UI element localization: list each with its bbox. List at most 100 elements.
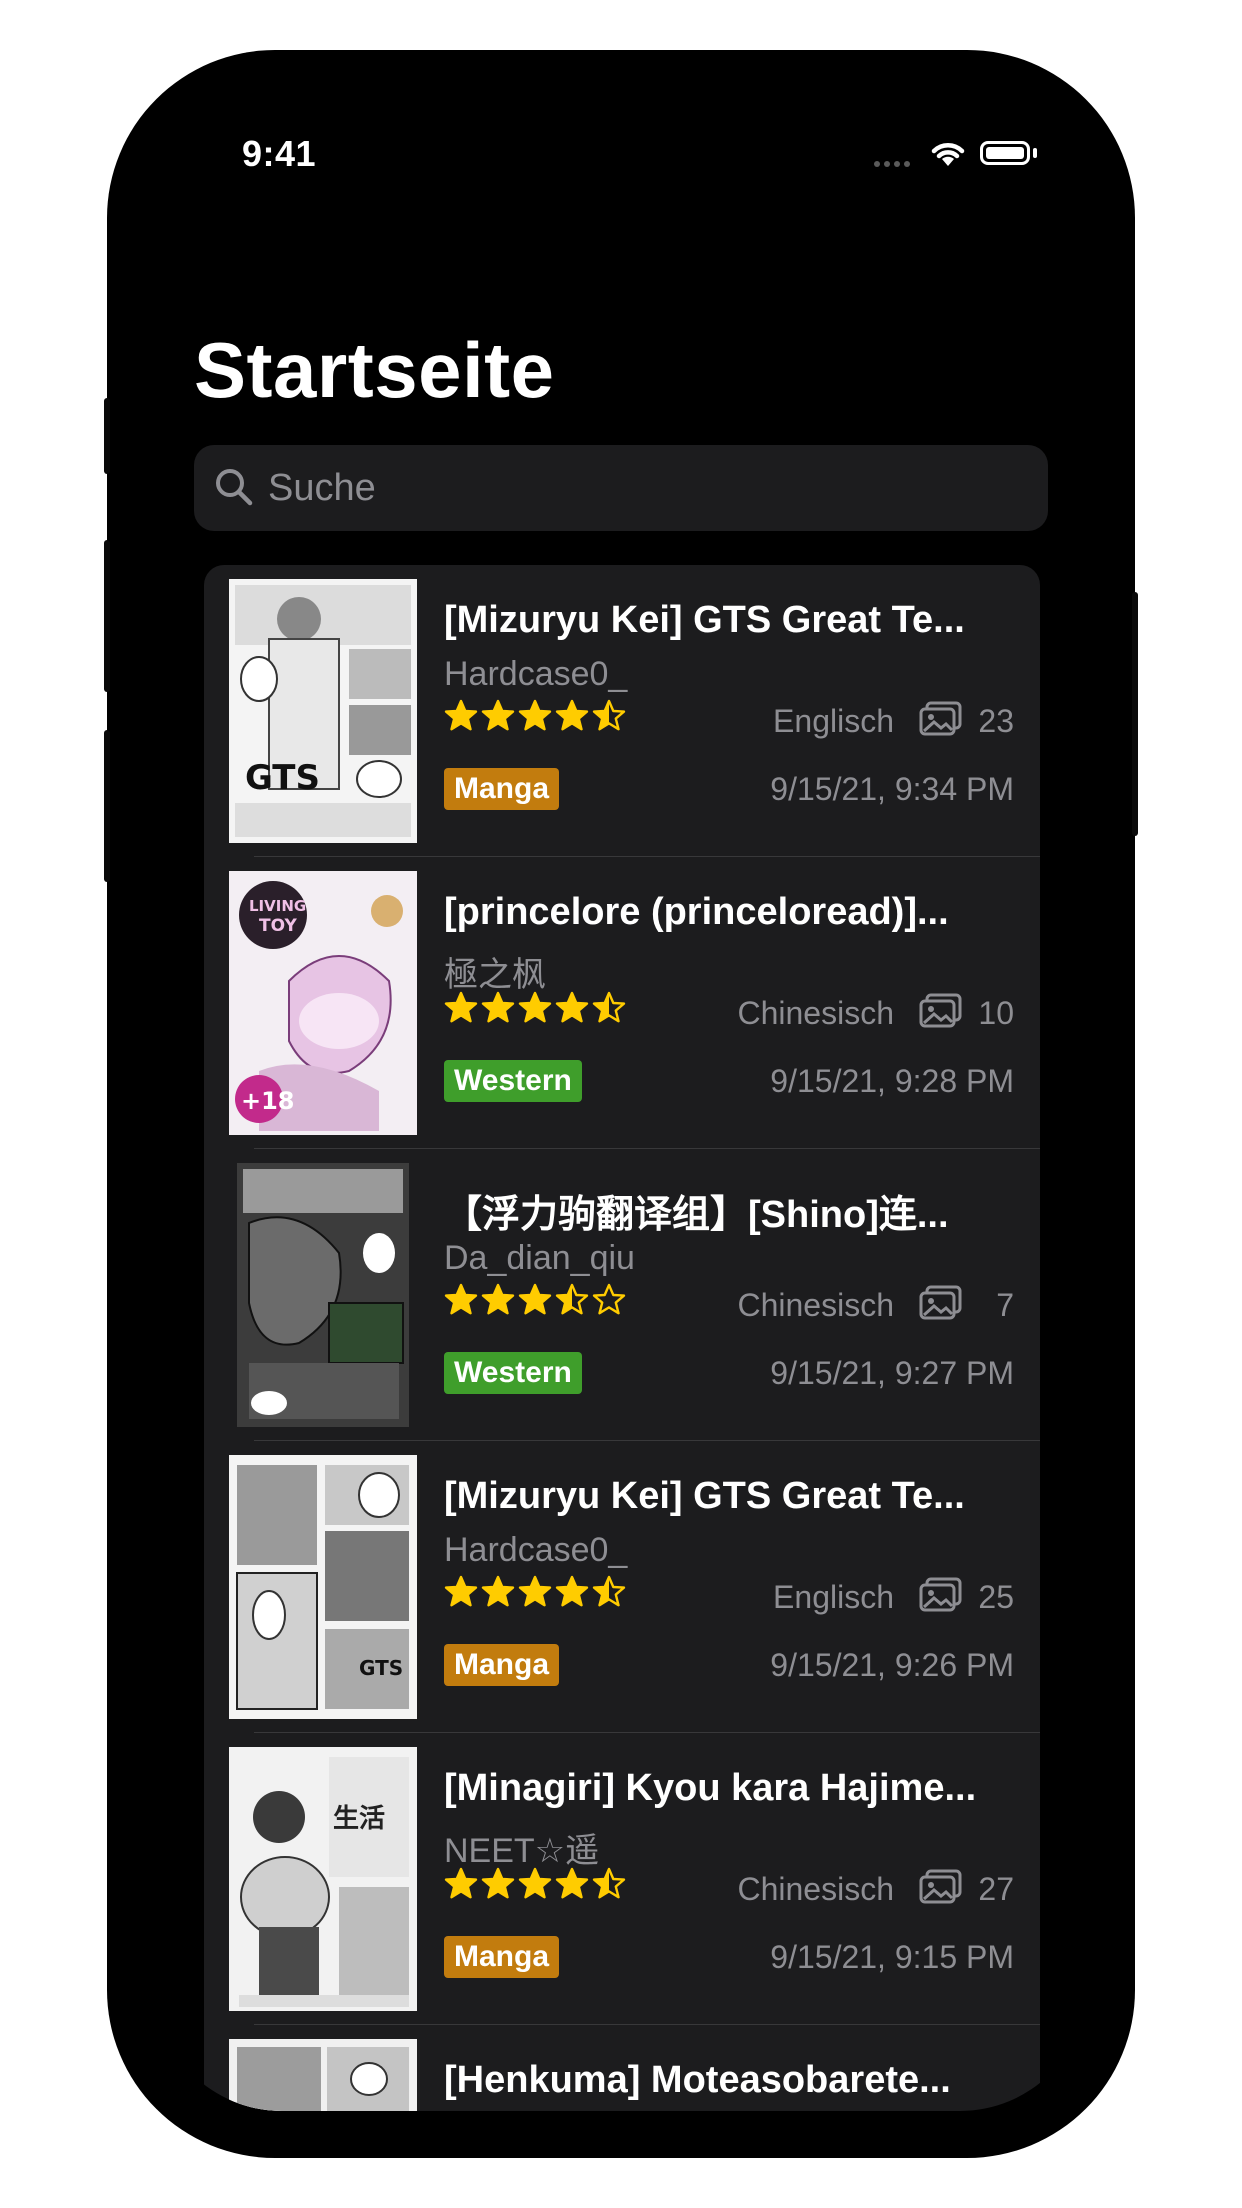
item-page-count: 27 — [978, 1871, 1014, 1907]
item-uploader: Da_dian_qiu — [444, 1239, 635, 1277]
rating-stars — [444, 991, 634, 1027]
item-date: 9/15/21, 9:27 PM — [770, 1355, 1014, 1391]
category-badge: Manga — [444, 768, 560, 810]
item-uploader: 極之枫 — [444, 956, 546, 994]
list-item[interactable]: GTS [Mizuryu Kei] GTS Great Te... Hardca… — [204, 1441, 1040, 1733]
cover-thumbnail: GTS — [229, 579, 417, 843]
item-title: [Henkuma] Moteasobarete... — [444, 2059, 951, 2101]
power-button — [1132, 592, 1138, 836]
list-item[interactable]: LIVING TOY +18 [princelore (princeloread… — [204, 857, 1040, 1149]
item-page-count: 10 — [978, 995, 1014, 1031]
battery-icon — [980, 141, 1030, 165]
star-icon — [444, 1867, 478, 1899]
item-uploader: NEET☆遥 — [444, 1832, 600, 1870]
signal-dot-icon — [884, 161, 890, 167]
cover-thumbnail — [229, 1163, 417, 1427]
item-page-count: 25 — [978, 1579, 1014, 1615]
star-icon — [518, 699, 552, 731]
search-bar[interactable] — [194, 445, 1048, 531]
signal-dot-icon — [894, 161, 900, 167]
star-icon — [555, 1867, 589, 1899]
star-icon — [592, 991, 626, 1023]
category-badge: Western — [444, 1352, 582, 1394]
cover-thumbnail: GTS — [229, 1455, 417, 1719]
search-input[interactable] — [268, 445, 1028, 531]
signal-dot-icon — [874, 161, 880, 167]
list-item[interactable]: [Henkuma] Moteasobarete... — [204, 2025, 1040, 2111]
item-language: Chinesisch — [737, 1871, 894, 1907]
item-date: 9/15/21, 9:26 PM — [770, 1647, 1014, 1683]
star-icon — [555, 699, 589, 731]
item-language: Englisch — [773, 1579, 894, 1615]
item-uploader: Hardcase0_ — [444, 655, 628, 693]
item-title: [Mizuryu Kei] GTS Great Te... — [444, 1475, 965, 1517]
star-icon — [481, 1867, 515, 1899]
item-language: Englisch — [773, 703, 894, 739]
search-icon — [216, 469, 253, 506]
item-date: 9/15/21, 9:15 PM — [770, 1939, 1014, 1975]
list-item[interactable]: 【浮力驹翻译组】[Shino]连... Da_dian_qiu Chinesis… — [204, 1149, 1040, 1441]
photo-stack-icon — [919, 1869, 962, 1904]
svg-text:GTS: GTS — [245, 758, 320, 798]
volume-down-button — [104, 730, 110, 882]
rating-stars — [444, 699, 634, 735]
star-icon — [518, 1575, 552, 1607]
svg-text:+18: +18 — [241, 1087, 295, 1115]
item-title: [Minagiri] Kyou kara Hajime... — [444, 1767, 977, 1809]
gallery-list: GTS [Mizuryu Kei] GTS Great Te... Hardca… — [204, 565, 1040, 2111]
item-date: 9/15/21, 9:34 PM — [770, 771, 1014, 807]
item-title: [princelore (princeloread)]... — [444, 891, 949, 933]
rating-stars — [444, 1283, 634, 1319]
rating-stars — [444, 1867, 634, 1903]
item-page-count: 7 — [996, 1287, 1014, 1323]
star-icon — [444, 1575, 478, 1607]
wifi-icon — [931, 143, 965, 166]
item-language: Chinesisch — [737, 1287, 894, 1323]
photo-stack-icon — [919, 993, 962, 1028]
category-badge: Manga — [444, 1936, 560, 1978]
item-date: 9/15/21, 9:28 PM — [770, 1063, 1014, 1099]
item-page-count: 23 — [978, 703, 1014, 739]
item-language: Chinesisch — [737, 995, 894, 1031]
photo-stack-icon — [919, 1577, 962, 1612]
star-icon — [444, 991, 478, 1023]
star-icon — [592, 1575, 626, 1607]
star-icon — [555, 1283, 589, 1315]
cover-thumbnail: LIVING TOY +18 — [229, 871, 417, 1135]
screen: 9:41 Startseite Suche GTS [Mizuryu Kei] … — [154, 97, 1088, 2111]
list-item[interactable]: GTS [Mizuryu Kei] GTS Great Te... Hardca… — [204, 565, 1040, 857]
star-icon — [518, 1867, 552, 1899]
star-icon — [481, 1575, 515, 1607]
photo-stack-icon — [919, 1285, 962, 1320]
list-item[interactable]: 生活 [Minagiri] Kyou kara Hajime... NEET☆遥 — [204, 1733, 1040, 2025]
item-uploader: Hardcase0_ — [444, 1531, 628, 1569]
star-icon — [481, 991, 515, 1023]
svg-text:LIVING: LIVING — [249, 897, 306, 915]
category-badge: Western — [444, 1060, 582, 1102]
photo-stack-icon — [919, 701, 962, 736]
item-title: 【浮力驹翻译组】[Shino]连... — [444, 1194, 949, 1236]
volume-up-button — [104, 540, 110, 692]
star-icon — [555, 991, 589, 1023]
status-indicators — [874, 137, 1044, 177]
star-icon — [518, 1283, 552, 1315]
star-icon — [444, 1283, 478, 1315]
star-icon — [592, 699, 626, 731]
page-title: Startseite — [194, 326, 555, 414]
svg-text:生活: 生活 — [333, 1804, 385, 1834]
star-icon — [592, 1867, 626, 1899]
star-icon — [481, 1283, 515, 1315]
category-badge: Manga — [444, 1644, 560, 1686]
star-icon — [444, 699, 478, 731]
star-icon — [592, 1283, 626, 1315]
svg-text:TOY: TOY — [259, 916, 297, 936]
star-icon — [555, 1575, 589, 1607]
page: 9:41 Startseite Suche GTS [Mizuryu Kei] … — [0, 0, 1242, 2208]
svg-text:GTS: GTS — [359, 1656, 403, 1680]
star-icon — [481, 699, 515, 731]
battery-cap — [1033, 148, 1037, 158]
cover-thumbnail: 生活 — [229, 1747, 417, 2011]
silent-switch — [104, 398, 110, 474]
cover-thumbnail — [229, 2039, 417, 2111]
star-icon — [518, 991, 552, 1023]
